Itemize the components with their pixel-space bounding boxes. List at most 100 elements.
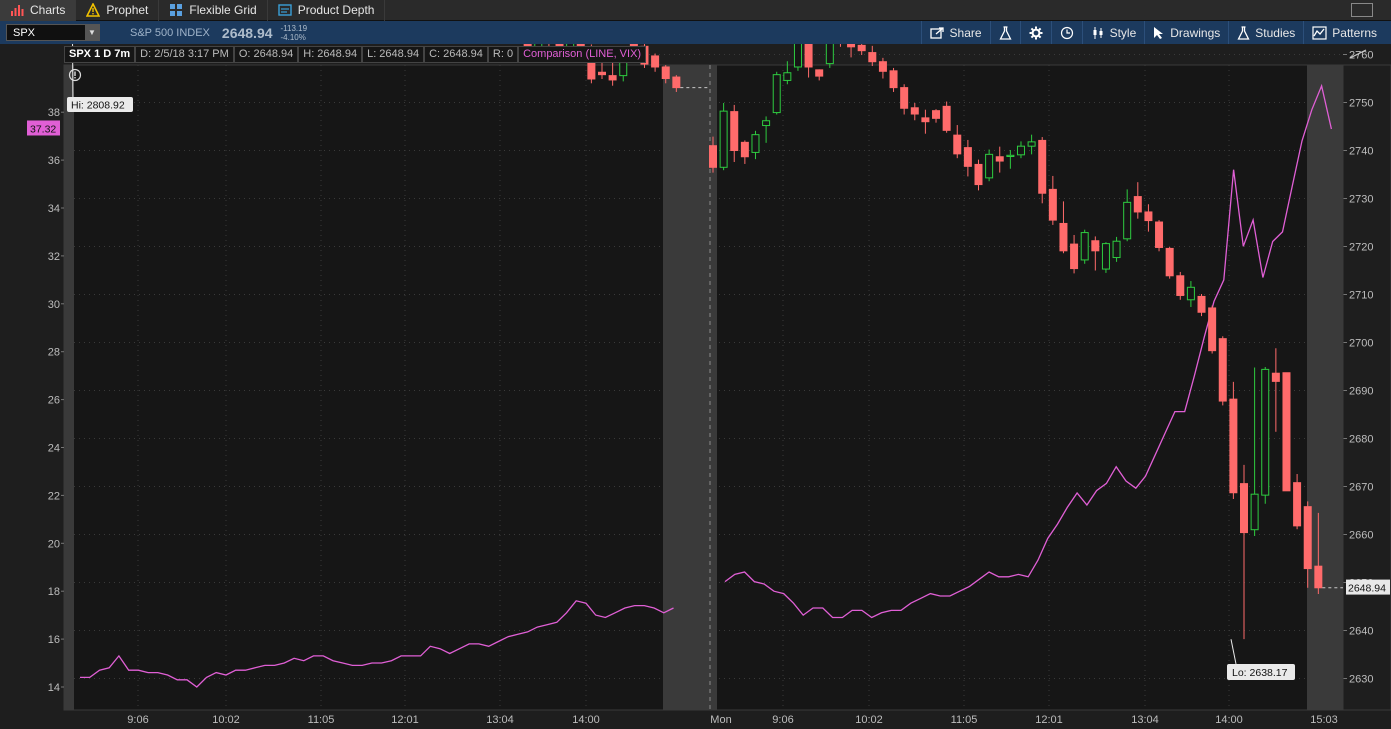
share-button[interactable]: Share [920,21,990,44]
high-label: Hi: 2808.92 [71,100,125,112]
chevron-down-icon[interactable]: ▼ [85,25,99,40]
candle-body [1027,141,1036,147]
candle-body [1059,222,1068,252]
time-button[interactable] [1050,21,1082,44]
candle-down [1165,246,1174,279]
candle-body [889,70,898,89]
chart-area[interactable]: 2630264026502660267026802690270027102720… [0,0,1391,729]
candle-body [1282,372,1291,492]
studies-button[interactable]: Studies [1228,21,1303,44]
candle-body [793,27,802,68]
patterns-button[interactable]: Patterns [1303,21,1385,44]
symbol-period[interactable]: SPX 1 D 7m [64,46,136,63]
drawings-button[interactable]: Drawings [1144,21,1228,44]
candle-body [932,110,941,119]
left-axis-tick-label: 16 [48,634,60,646]
vix-current-marker: 37.32 [27,120,60,136]
candle-body [1133,196,1142,213]
left-axis-tick-label: 20 [48,538,60,550]
candle-down [1282,372,1291,492]
tab-flexible-grid[interactable]: Flexible Grid [159,0,268,21]
symbol-selector[interactable]: SPX ▼ [6,24,100,41]
symbol-input-value: SPX [13,26,36,39]
right-axis-tick-label: 2750 [1349,98,1373,110]
tab-label: Charts [30,3,66,17]
candle-body [1240,483,1248,534]
candle-body [868,52,877,63]
flask-button[interactable] [989,21,1020,44]
right-axis-tick-label: 2730 [1349,194,1373,206]
x-axis-tick-label: 15:03 [1310,714,1338,726]
percent-change: -4.10% [280,32,306,42]
candle-body [751,134,760,153]
candle-body [900,87,909,109]
candle-body [672,76,681,89]
right-axis-tick-label: 2630 [1349,674,1373,686]
x-axis-tick-label: 10:02 [855,714,883,726]
right-axis-tick-label: 2720 [1349,242,1373,254]
tab-label: Product Depth [297,3,375,17]
tab-prophet[interactable]: Prophet [76,0,160,21]
candle-up [772,71,781,115]
candle-body [740,141,749,158]
candle-body [651,55,660,68]
candle-down [1293,474,1302,530]
candle-body [953,134,962,155]
candle-body [815,69,824,77]
app-tab-bar: Charts Prophet Flexible Grid Product Dep… [0,0,1391,21]
price-change: -113.19 -4.10% [281,24,308,42]
candle-body [1048,188,1057,221]
candle-body [1165,247,1174,277]
candle-body [1186,286,1195,301]
share-label: Share [949,25,982,40]
x-axis-tick-label: Mon [710,714,731,726]
left-axis-tick-label: 28 [48,347,60,359]
x-axis-tick-label: 9:06 [127,714,148,726]
right-axis-tick-label: 2710 [1349,290,1373,302]
candle-down [942,101,951,133]
bar-high: H: 2648.94 [298,46,363,63]
comparison-label[interactable]: Comparison (LINE, VIX) [518,46,647,63]
right-axis-tick-label: 2670 [1349,482,1373,494]
candle-body [1112,240,1121,259]
candle-down [1038,137,1047,204]
gear-icon [1029,26,1043,39]
candle-up [793,22,802,71]
chart-info-header: SPX 1 D 7m D: 2/5/18 3:17 PM O: 2648.94 … [64,46,647,63]
right-axis-tick-label: 2660 [1349,530,1373,542]
candle-body [1038,139,1047,194]
right-axis-tick-label: 2640 [1349,626,1373,638]
candle-body [783,72,792,81]
style-label: Style [1109,25,1137,40]
settings-button[interactable] [1019,21,1051,44]
candle-body [910,107,919,115]
chart-toolbar: SPX ▼ S&P 500 INDEX 2648.94 -113.19 -4.1… [0,21,1391,44]
candles-icon [1093,26,1103,39]
x-axis-tick-label: 14:00 [572,714,600,726]
candle-up [985,149,994,182]
candle-up [1080,229,1089,264]
left-axis-tick-label: 22 [48,490,60,502]
candle-body [1080,232,1089,261]
candle-body [963,147,972,167]
tab-product-depth[interactable]: Product Depth [268,0,386,21]
right-axis-tick-label: 2740 [1349,146,1373,158]
last-price-marker: 2648.94 [1346,579,1390,595]
candle-body [1176,275,1185,296]
candle-up [1261,366,1270,504]
candle-body [878,61,887,72]
price-chart[interactable]: 2630264026502660267026802690270027102720… [0,0,1391,729]
candle-body [1271,372,1280,382]
toolbar-actions: Share Style Drawings Studies Patterns [920,21,1385,44]
candle-up [1101,242,1110,273]
last-price-label: 2648.94 [1348,583,1386,595]
style-button[interactable]: Style [1081,21,1145,44]
candle-body [598,71,606,76]
candle-down [1218,336,1227,406]
low-label: Lo: 2638.17 [1232,667,1288,679]
maximize-window-button[interactable] [1351,3,1373,17]
tab-charts[interactable]: Charts [0,0,77,21]
candle-body [1144,211,1153,222]
studies-flask-icon [1237,25,1250,40]
candle-body [1091,240,1100,252]
